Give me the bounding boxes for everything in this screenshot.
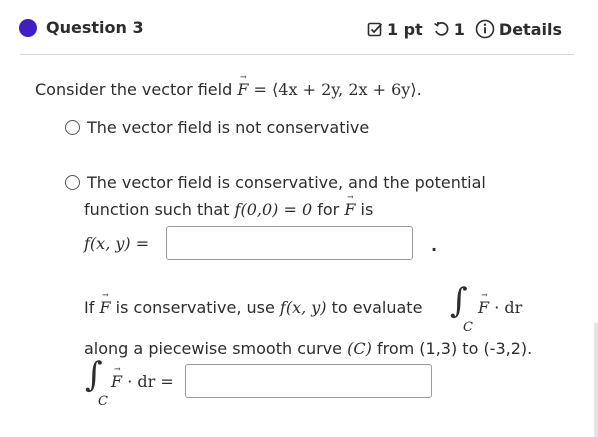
header-divider	[20, 54, 574, 55]
line-integral-input[interactable]	[185, 364, 432, 398]
endpoints-text: from (1,3) to (-3,2).	[376, 339, 533, 358]
integrand-text: · dr	[494, 298, 523, 317]
question-title: Question 3	[46, 18, 144, 37]
retries-value: 1	[453, 19, 465, 39]
for-text: for	[317, 200, 340, 219]
prompt-text: Consider the vector field	[35, 80, 233, 99]
vector-field-formula: F = ⟨4x + 2y, 2x + 6y⟩.	[237, 80, 421, 99]
part2-instruction: If F is conservative, use f(x, y) to eva…	[84, 298, 422, 317]
radio-conservative[interactable]	[65, 175, 80, 190]
option-not-conservative-label: The vector field is not conservative	[87, 118, 370, 137]
integral-subscript: C	[463, 320, 473, 335]
checkbox-edit-icon	[367, 21, 383, 37]
radio-not-conservative[interactable]	[65, 120, 80, 135]
answer-integral-subscript: C	[98, 394, 108, 409]
answer-integrand: F · dr =	[111, 372, 174, 391]
details-link[interactable]: Details	[499, 20, 562, 39]
along-text: along a piecewise smooth curve	[84, 339, 343, 358]
if-text: If	[84, 298, 95, 317]
is-conservative-use-text: is conservative, use	[115, 298, 275, 317]
scrollbar[interactable]	[594, 323, 598, 437]
vector-f-symbol-2: F	[99, 298, 110, 317]
integrand-expression: F · dr	[478, 298, 522, 317]
info-icon[interactable]	[475, 19, 495, 39]
question-status-dot	[19, 19, 37, 37]
vector-f-symbol: F	[344, 200, 355, 219]
period-text: .	[431, 236, 438, 255]
fxy-symbol: f(x, y)	[279, 298, 327, 317]
f-label: f(x, y) =	[84, 234, 150, 253]
question-meta: 1 pt 1 Details	[367, 19, 562, 39]
line-integral-expression: ∫	[450, 284, 468, 318]
curve-symbol: (C)	[347, 339, 372, 358]
to-evaluate-text: to evaluate	[331, 298, 423, 317]
curve-description: along a piecewise smooth curve (C) from …	[84, 339, 532, 358]
question-header: Question 3 1 pt 1 Details	[0, 0, 598, 56]
answer-integral-sign: ∫	[85, 355, 103, 395]
question-prompt: Consider the vector field F = ⟨4x + 2y, …	[35, 80, 422, 99]
option-conservative-line2: function such that f(0,0) = 0 for F is	[84, 200, 373, 219]
is-text: is	[360, 200, 374, 219]
field-formula-text: = ⟨4x + 2y, 2x + 6y⟩.	[253, 80, 422, 99]
potential-function-text: function such that	[84, 200, 230, 219]
initial-condition: f(0,0) = 0	[234, 200, 313, 219]
potential-function-input[interactable]	[166, 226, 413, 260]
integral-sign: ∫	[450, 281, 468, 321]
answer-integrand-text: · dr =	[127, 372, 174, 391]
option-conservative-label: The vector field is conservative, and th…	[87, 173, 486, 192]
points-value: 1 pt	[386, 19, 423, 39]
answer-integral-sign-wrap: ∫	[85, 358, 103, 392]
retry-icon	[433, 21, 450, 38]
